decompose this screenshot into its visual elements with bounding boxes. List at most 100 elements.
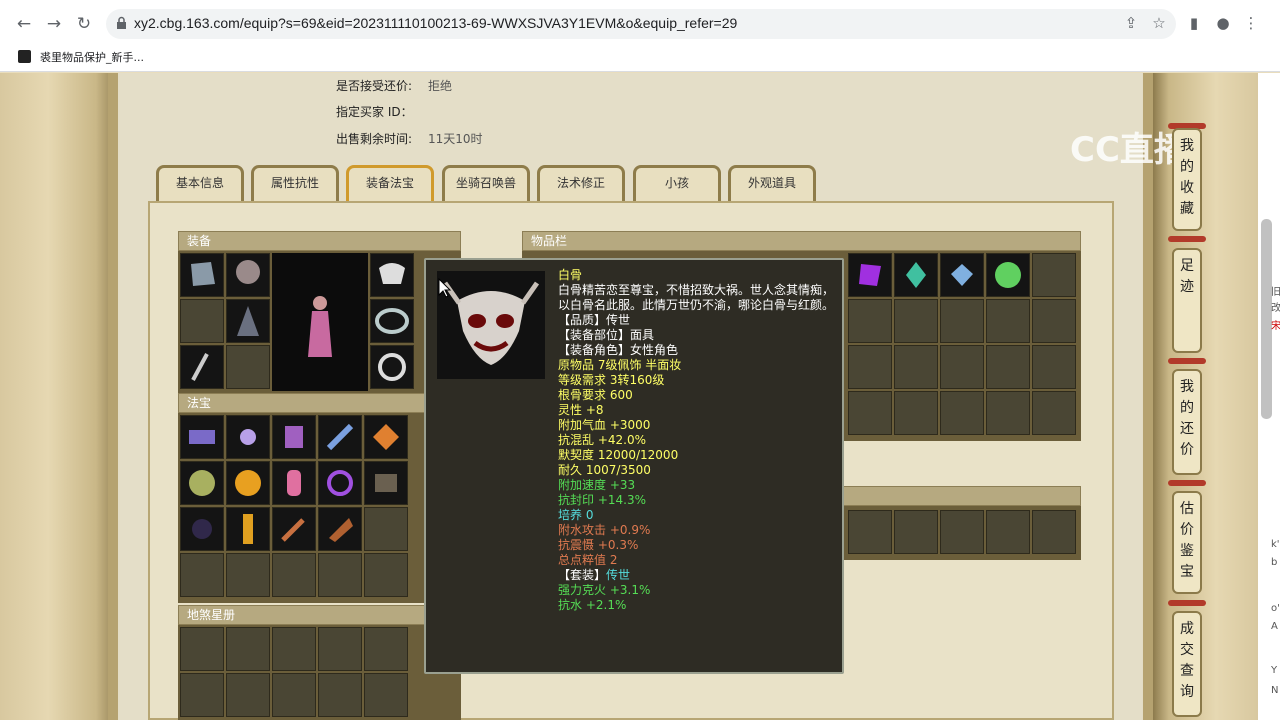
- star-slot[interactable]: [272, 627, 316, 671]
- inventory-slot[interactable]: [848, 253, 892, 297]
- fabao-slot[interactable]: [364, 507, 408, 551]
- inventory-slot[interactable]: [1032, 391, 1076, 435]
- inventory-slot[interactable]: [1032, 253, 1076, 297]
- fabao-slot[interactable]: [226, 415, 270, 459]
- inventory-slot[interactable]: [894, 299, 938, 343]
- inventory-slot[interactable]: [894, 391, 938, 435]
- equip-slot[interactable]: [180, 299, 224, 343]
- inventory-slot[interactable]: [894, 253, 938, 297]
- tab-children[interactable]: 小孩: [633, 165, 721, 201]
- fabao-slot[interactable]: [364, 461, 408, 505]
- fabao-slot[interactable]: [318, 461, 362, 505]
- star-icon[interactable]: ☆: [1148, 12, 1170, 34]
- warehouse-slot[interactable]: [940, 510, 984, 554]
- fabao-slot[interactable]: [272, 461, 316, 505]
- inventory-slot[interactable]: [986, 391, 1030, 435]
- sidebar-history-button[interactable]: 足迹: [1172, 248, 1202, 353]
- item-tooltip: 白骨 白骨精苦恋至尊宝，不惜招致大祸。世人念其情痴，以白骨名此服。此情万世仍不渝…: [424, 258, 844, 674]
- fabao-slot[interactable]: [318, 415, 362, 459]
- equip-slot[interactable]: [370, 299, 414, 343]
- inventory-slot[interactable]: [848, 345, 892, 389]
- tooltip-attribute: 抗震慑 +0.3%: [558, 538, 639, 552]
- fabao-slot[interactable]: [364, 553, 408, 597]
- sidebar-icon[interactable]: ▮: [1183, 12, 1205, 34]
- time-value: 11天10时: [428, 132, 483, 146]
- star-slot[interactable]: [364, 673, 408, 717]
- inventory-slot[interactable]: [986, 345, 1030, 389]
- item-description: 白骨精苦恋至尊宝，不惜招致大祸。世人念其情痴，以白骨名此服。此情万世仍不渝，哪论…: [558, 283, 835, 312]
- sidebar-bargain-button[interactable]: 我的还价: [1172, 369, 1202, 475]
- edge-text: 改: [1271, 303, 1280, 314]
- tab-equipment[interactable]: 装备法宝: [346, 165, 434, 201]
- share-icon[interactable]: ⇪: [1120, 12, 1142, 34]
- rail-decoration: [1168, 358, 1206, 364]
- star-slot[interactable]: [364, 627, 408, 671]
- fabao-slot[interactable]: [364, 415, 408, 459]
- fabao-slot[interactable]: [318, 553, 362, 597]
- sidebar-appraisal-button[interactable]: 估价鉴宝: [1172, 491, 1202, 594]
- tooltip-attribute: 培养 0: [558, 508, 594, 522]
- star-slot[interactable]: [318, 627, 362, 671]
- menu-icon[interactable]: ⋮: [1240, 12, 1262, 34]
- star-slot[interactable]: [180, 627, 224, 671]
- section-star-header: 地煞星册: [178, 605, 461, 625]
- fabao-slot[interactable]: [226, 461, 270, 505]
- inventory-slot[interactable]: [848, 299, 892, 343]
- profile-icon[interactable]: ●: [1212, 12, 1234, 34]
- set-value: 传世: [606, 568, 631, 582]
- star-slot[interactable]: [226, 673, 270, 717]
- page: 旧 改 宋 k' b o' A Y N 是否接受还价: 拒绝 指定买家 ID： …: [0, 73, 1280, 720]
- fabao-slot[interactable]: [272, 553, 316, 597]
- equip-slot[interactable]: [180, 345, 224, 389]
- equip-slot[interactable]: [226, 299, 270, 343]
- tab-attributes[interactable]: 属性抗性: [251, 165, 339, 201]
- tab-mounts-pets[interactable]: 坐骑召唤兽: [442, 165, 530, 201]
- tab-appearance[interactable]: 外观道具: [728, 165, 816, 201]
- inventory-slot[interactable]: [940, 391, 984, 435]
- back-icon[interactable]: ←: [12, 12, 36, 36]
- bookmark-item[interactable]: 裘里物品保护_新手...: [40, 49, 144, 65]
- equip-slot[interactable]: [226, 253, 270, 297]
- reload-icon[interactable]: ↻: [72, 12, 96, 36]
- inventory-slot[interactable]: [848, 391, 892, 435]
- fabao-slot[interactable]: [272, 415, 316, 459]
- star-slot[interactable]: [226, 627, 270, 671]
- sidebar-favorites-button[interactable]: 我的收藏: [1172, 128, 1202, 231]
- tab-spell-mods[interactable]: 法术修正: [537, 165, 625, 201]
- inventory-slot[interactable]: [986, 299, 1030, 343]
- inventory-slot[interactable]: [1032, 345, 1076, 389]
- fabao-slot[interactable]: [226, 553, 270, 597]
- forward-icon[interactable]: →: [42, 12, 66, 36]
- warehouse-slot[interactable]: [1032, 510, 1076, 554]
- inventory-slot[interactable]: [940, 345, 984, 389]
- sidebar-deals-button[interactable]: 成交查询: [1172, 611, 1202, 717]
- url-text[interactable]: xy2.cbg.163.com/equip?s=69&eid=202311110…: [134, 15, 737, 31]
- warehouse-slot[interactable]: [848, 510, 892, 554]
- lock-icon[interactable]: [116, 16, 127, 30]
- warehouse-slot[interactable]: [894, 510, 938, 554]
- fabao-slot[interactable]: [180, 553, 224, 597]
- equip-slot[interactable]: [226, 345, 270, 389]
- fabao-slot[interactable]: [318, 507, 362, 551]
- equip-slot[interactable]: [370, 253, 414, 297]
- fabao-slot[interactable]: [226, 507, 270, 551]
- fabao-slot[interactable]: [180, 507, 224, 551]
- inventory-slot[interactable]: [940, 299, 984, 343]
- fabao-slot[interactable]: [180, 415, 224, 459]
- warehouse-slot[interactable]: [986, 510, 1030, 554]
- equip-slot[interactable]: [180, 253, 224, 297]
- fabao-slot[interactable]: [180, 461, 224, 505]
- address-bar[interactable]: xy2.cbg.163.com/equip?s=69&eid=202311110…: [106, 9, 1176, 39]
- star-slot[interactable]: [272, 673, 316, 717]
- star-slot[interactable]: [318, 673, 362, 717]
- star-slot[interactable]: [180, 673, 224, 717]
- edge-text: Y: [1271, 665, 1278, 676]
- inventory-slot[interactable]: [986, 253, 1030, 297]
- inventory-slot[interactable]: [894, 345, 938, 389]
- tab-basic-info[interactable]: 基本信息: [156, 165, 244, 201]
- inventory-slot[interactable]: [1032, 299, 1076, 343]
- equip-slot[interactable]: [370, 345, 414, 389]
- edge-text: 宋: [1271, 321, 1280, 332]
- inventory-slot[interactable]: [940, 253, 984, 297]
- fabao-slot[interactable]: [272, 507, 316, 551]
